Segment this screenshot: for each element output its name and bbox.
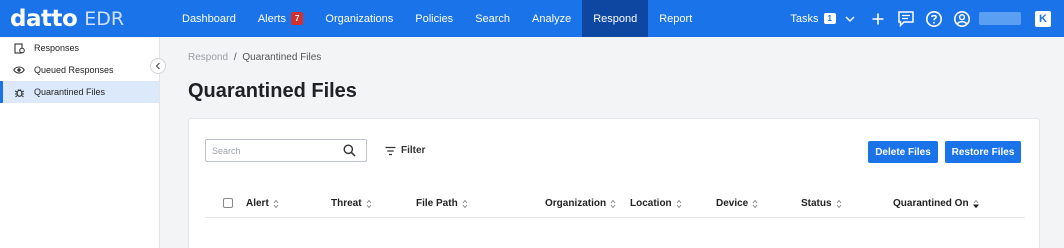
nav-search[interactable]: Search: [464, 0, 521, 37]
column-status[interactable]: Status: [801, 198, 842, 209]
column-threat[interactable]: Threat: [331, 198, 372, 209]
search-icon[interactable]: [343, 144, 356, 157]
chevron-down-icon: [845, 16, 855, 22]
chevron-left-icon: [155, 62, 160, 70]
user-avatar-icon[interactable]: [952, 9, 972, 29]
help-icon[interactable]: [924, 9, 944, 29]
column-quarantined-on[interactable]: Quarantined On: [893, 198, 979, 209]
filter-icon: [385, 146, 396, 155]
responses-icon: [13, 42, 25, 54]
sort-icon: [752, 199, 758, 208]
sort-icon: [836, 199, 841, 208]
filter-button[interactable]: Filter: [385, 145, 425, 156]
logo-brand-name: datto: [10, 5, 78, 32]
sort-icon: [462, 199, 468, 208]
nav-policies[interactable]: Policies: [404, 0, 464, 37]
nav-dashboard[interactable]: Dashboard: [170, 0, 247, 37]
datto-edr-logo[interactable]: datto EDR: [0, 0, 170, 37]
nav-report-label: Report: [659, 12, 693, 25]
nav-search-label: Search: [475, 12, 511, 25]
sidebar-item-label: Responses: [34, 43, 80, 53]
column-alert[interactable]: Alert: [246, 198, 279, 209]
search-input[interactable]: [206, 145, 336, 156]
sidebar-item-queued-responses[interactable]: Queued Responses: [0, 59, 159, 81]
main-nav: Dashboard Alerts 7 Organizations Policie…: [170, 0, 703, 37]
column-organization[interactable]: Organization: [545, 198, 616, 209]
nav-respond-label: Respond: [593, 12, 638, 25]
column-label: Quarantined On: [893, 198, 969, 209]
restore-files-button[interactable]: Restore Files: [945, 141, 1021, 163]
column-file-path[interactable]: File Path: [416, 198, 468, 209]
logo-product-name: EDR: [84, 7, 125, 30]
column-label: File Path: [416, 198, 458, 209]
tasks-count-badge: 1: [823, 13, 836, 24]
bug-icon: [13, 86, 25, 98]
sort-descending-icon: [972, 199, 979, 208]
alerts-count-badge: 7: [290, 12, 304, 25]
table-header: Alert Threat File Path Organization Loca…: [205, 190, 1025, 218]
sidebar-item-label: Quarantined Files: [34, 87, 106, 97]
quarantined-files-card: Filter Delete Files Restore Files Alert …: [188, 118, 1040, 248]
page-title: Quarantined Files: [188, 80, 357, 102]
sidebar-item-responses[interactable]: Responses: [0, 37, 159, 59]
nav-alerts[interactable]: Alerts 7: [247, 0, 315, 37]
nav-organizations[interactable]: Organizations: [314, 0, 404, 37]
column-label: Device: [716, 198, 749, 209]
sidebar-item-label: Queued Responses: [34, 65, 114, 75]
breadcrumb-respond-link[interactable]: Respond: [188, 52, 228, 63]
breadcrumb-current: Quarantined Files: [242, 52, 322, 63]
tasks-menu[interactable]: Tasks 1: [790, 13, 856, 25]
column-label: Organization: [545, 198, 607, 209]
search-box: [205, 139, 367, 162]
filter-label: Filter: [401, 145, 426, 156]
nav-policies-label: Policies: [415, 12, 454, 25]
main-content: Respond / Quarantined Files Quarantined …: [160, 37, 1064, 248]
tasks-label: Tasks: [790, 12, 819, 25]
sidebar: Responses Queued Responses Quarantined F…: [0, 37, 160, 248]
sort-icon: [676, 199, 682, 208]
nav-report[interactable]: Report: [648, 0, 703, 37]
topbar-actions: Tasks 1 K: [790, 0, 1064, 37]
breadcrumb-separator: /: [233, 52, 237, 63]
column-location[interactable]: Location: [630, 198, 682, 209]
sort-icon: [366, 199, 371, 208]
feedback-chat-icon[interactable]: [896, 9, 916, 29]
column-label: Status: [801, 198, 832, 209]
plus-icon[interactable]: [868, 9, 888, 29]
column-device[interactable]: Device: [716, 198, 758, 209]
select-all-checkbox[interactable]: [223, 198, 233, 208]
sidebar-item-quarantined-files[interactable]: Quarantined Files: [0, 81, 159, 103]
eye-icon: [13, 64, 25, 76]
breadcrumb: Respond / Quarantined Files: [188, 52, 321, 63]
sort-icon: [273, 199, 279, 208]
nav-respond[interactable]: Respond: [582, 0, 649, 37]
nav-analyze-label: Analyze: [532, 12, 572, 25]
top-navigation-bar: datto EDR Dashboard Alerts 7 Organizatio…: [0, 0, 1064, 37]
nav-organizations-label: Organizations: [325, 12, 394, 25]
sort-icon: [610, 199, 616, 208]
nav-dashboard-label: Dashboard: [182, 12, 236, 25]
sidebar-collapse-button[interactable]: [150, 58, 166, 74]
nav-alerts-label: Alerts: [257, 12, 286, 25]
kaseya-logo[interactable]: K: [1035, 10, 1051, 27]
delete-files-button[interactable]: Delete Files: [868, 141, 938, 163]
column-label: Location: [630, 198, 672, 209]
nav-analyze[interactable]: Analyze: [521, 0, 582, 37]
user-name-redacted[interactable]: [979, 12, 1021, 25]
column-label: Threat: [331, 198, 362, 209]
column-label: Alert: [246, 198, 269, 209]
